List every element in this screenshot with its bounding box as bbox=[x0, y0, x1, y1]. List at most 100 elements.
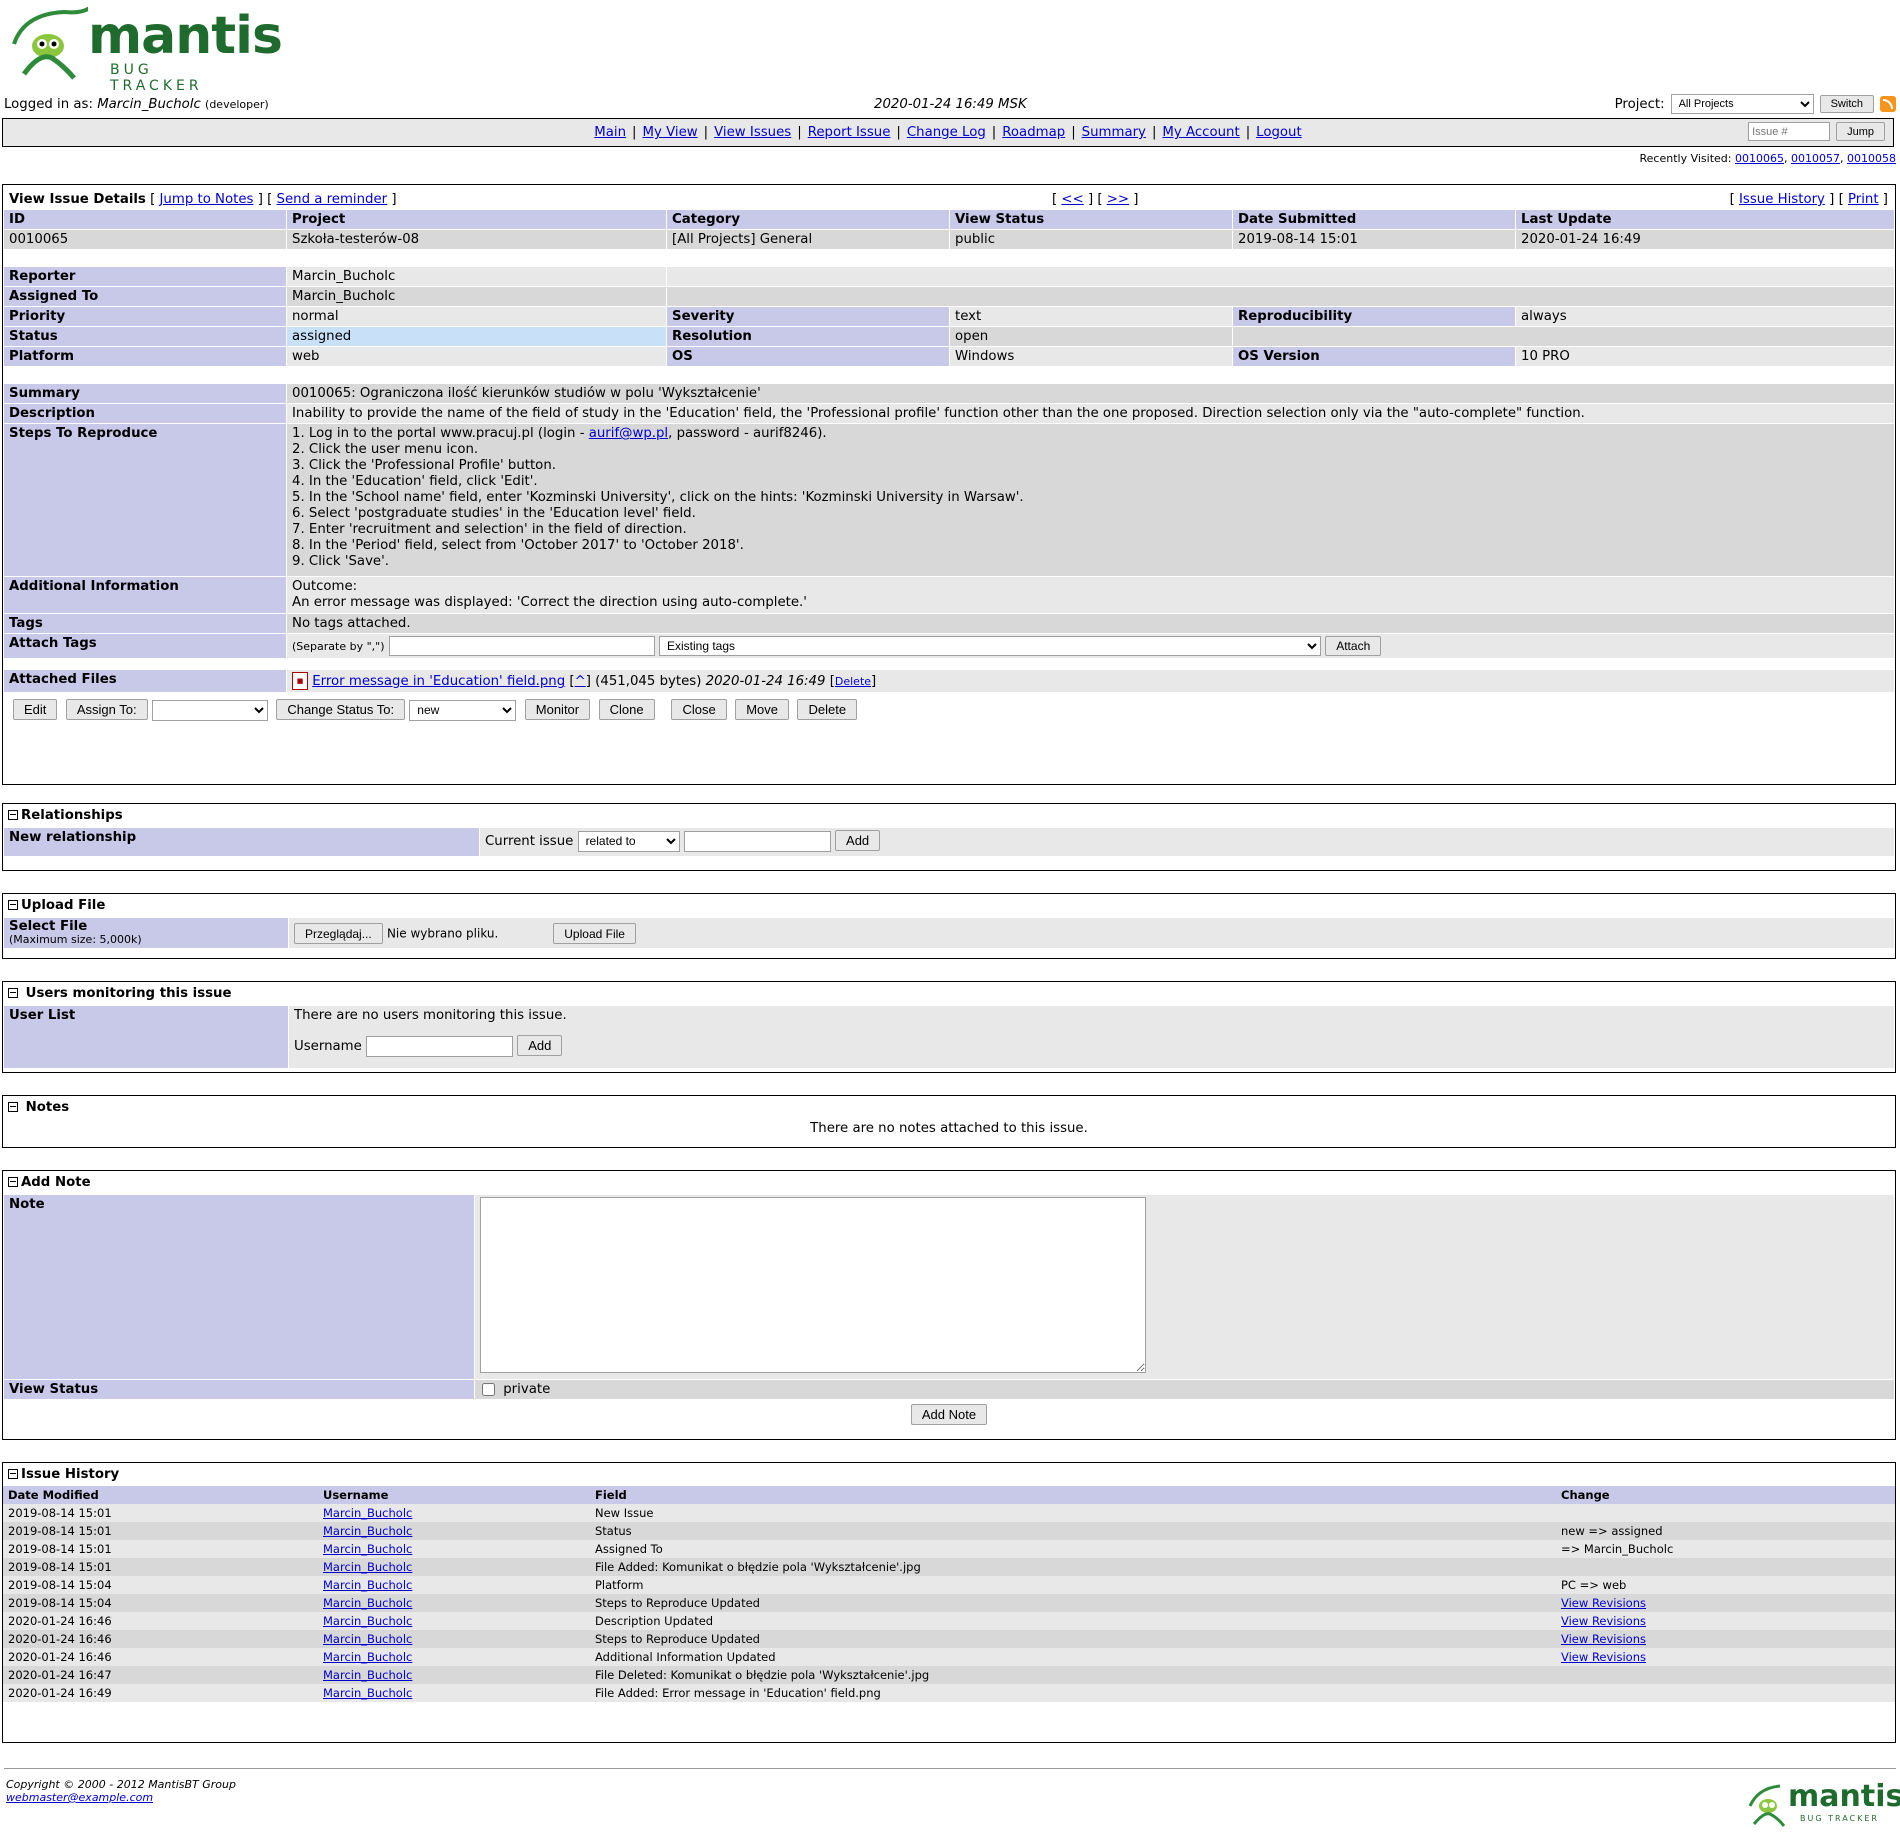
clone-button[interactable]: Clone bbox=[598, 699, 655, 720]
monitoring-header[interactable]: Users monitoring this issue bbox=[3, 982, 1895, 1005]
next-issue-link[interactable]: >> bbox=[1107, 192, 1129, 207]
view-revisions-link[interactable]: View Revisions bbox=[1561, 1650, 1646, 1664]
history-user-link[interactable]: Marcin_Bucholc bbox=[323, 1560, 412, 1574]
history-row: 2019-08-14 15:04 Marcin_Bucholc Steps to R… bbox=[3, 1594, 1895, 1612]
issue-number-input[interactable] bbox=[1748, 122, 1831, 141]
mantis-logo[interactable]: mantis BUG TRACKER bbox=[4, 4, 283, 94]
collapse-icon[interactable] bbox=[8, 988, 18, 998]
change-status-select[interactable]: new bbox=[409, 699, 517, 721]
col-category: Category bbox=[672, 212, 740, 227]
menu-link-report-issue[interactable]: Report Issue bbox=[808, 125, 891, 140]
view-revisions-link[interactable]: View Revisions bbox=[1561, 1596, 1646, 1610]
current-role: (developer) bbox=[205, 98, 269, 111]
step-line: 4. In the 'Education' field, click 'Edit… bbox=[292, 474, 538, 489]
prev-issue-link[interactable]: << bbox=[1061, 192, 1083, 207]
add-monitor-button[interactable]: Add bbox=[517, 1035, 563, 1056]
upload-file-button[interactable]: Upload File bbox=[553, 923, 636, 944]
menu-link-my-account[interactable]: My Account bbox=[1162, 125, 1239, 140]
resolution-value: open bbox=[950, 327, 1232, 346]
switch-button[interactable]: Switch bbox=[1819, 95, 1874, 113]
footer-logo[interactable]: mantis BUG TRACKER bbox=[1744, 1780, 1900, 1832]
monitor-username-input[interactable] bbox=[366, 1035, 514, 1057]
history-col-username: Username bbox=[323, 1488, 389, 1502]
edit-button[interactable]: Edit bbox=[13, 699, 58, 720]
notes-header[interactable]: Notes bbox=[3, 1096, 1895, 1119]
history-user-link[interactable]: Marcin_Bucholc bbox=[323, 1506, 412, 1520]
attached-files-label: Attached Files bbox=[4, 670, 286, 692]
menu-link-roadmap[interactable]: Roadmap bbox=[1002, 125, 1065, 140]
tag-input[interactable] bbox=[388, 636, 655, 656]
os-value: Windows bbox=[950, 347, 1232, 366]
login-email-link[interactable]: aurif@wp.pl bbox=[589, 426, 668, 441]
history-change: PC => web bbox=[1561, 1578, 1627, 1592]
add-relationship-button[interactable]: Add bbox=[835, 830, 881, 851]
relationship-type-select[interactable]: related to bbox=[577, 830, 680, 852]
collapse-icon[interactable] bbox=[8, 1102, 18, 1112]
user-list-content: There are no users monitoring this issue… bbox=[289, 1006, 1894, 1068]
project-switcher: Project: All Projects Switch bbox=[1615, 94, 1896, 114]
reproducibility-value: always bbox=[1516, 307, 1894, 326]
jump-button[interactable]: Jump bbox=[1836, 122, 1885, 141]
recent-link[interactable]: 0010058 bbox=[1847, 152, 1896, 165]
step-line: 5. In the 'School name' field, enter 'Ko… bbox=[292, 490, 1024, 505]
history-user-link[interactable]: Marcin_Bucholc bbox=[323, 1578, 412, 1592]
assign-to-select[interactable] bbox=[151, 699, 268, 721]
summary-value: 0010065: Ograniczona ilość kierunków stu… bbox=[287, 384, 1894, 403]
history-user-link[interactable]: Marcin_Bucholc bbox=[323, 1632, 412, 1646]
file-preview-toggle[interactable]: ^ bbox=[575, 674, 586, 689]
menu-link-main[interactable]: Main bbox=[594, 125, 626, 140]
menu-link-view-issues[interactable]: View Issues bbox=[714, 125, 791, 140]
reporter-value: Marcin_Bucholc bbox=[287, 267, 666, 286]
close-button[interactable]: Close bbox=[671, 699, 727, 720]
change-status-button[interactable]: Change Status To: bbox=[276, 699, 406, 720]
history-user-link[interactable]: Marcin_Bucholc bbox=[323, 1650, 412, 1664]
file-delete-link[interactable]: Delete bbox=[835, 675, 871, 688]
collapse-icon[interactable] bbox=[8, 1177, 18, 1187]
recent-link[interactable]: 0010065 bbox=[1735, 152, 1784, 165]
browse-button[interactable]: Przeglądaj... bbox=[294, 923, 383, 944]
print-link[interactable]: Print bbox=[1848, 192, 1879, 207]
rss-icon[interactable] bbox=[1880, 96, 1896, 112]
history-field: Additional Information Updated bbox=[595, 1650, 776, 1664]
attach-tag-button[interactable]: Attach bbox=[1325, 636, 1382, 656]
menu-link-my-view[interactable]: My View bbox=[643, 125, 698, 140]
history-user-link[interactable]: Marcin_Bucholc bbox=[323, 1542, 412, 1556]
history-user-link[interactable]: Marcin_Bucholc bbox=[323, 1614, 412, 1628]
menu-link-summary[interactable]: Summary bbox=[1082, 125, 1146, 140]
related-issue-input[interactable] bbox=[683, 830, 831, 852]
recent-link[interactable]: 0010057 bbox=[1791, 152, 1840, 165]
move-button[interactable]: Move bbox=[735, 699, 789, 720]
send-reminder-link[interactable]: Send a reminder bbox=[277, 192, 388, 207]
history-user-link[interactable]: Marcin_Bucholc bbox=[323, 1686, 412, 1700]
jump-to-notes-link[interactable]: Jump to Notes bbox=[160, 192, 254, 207]
menu-link-logout[interactable]: Logout bbox=[1256, 125, 1302, 140]
project-select[interactable]: All Projects bbox=[1670, 94, 1814, 114]
private-checkbox[interactable] bbox=[482, 1382, 495, 1396]
issue-history-link[interactable]: Issue History bbox=[1739, 192, 1825, 207]
view-revisions-link[interactable]: View Revisions bbox=[1561, 1632, 1646, 1646]
history-user-link[interactable]: Marcin_Bucholc bbox=[323, 1524, 412, 1538]
new-relationship-label: New relationship bbox=[4, 828, 479, 856]
existing-tags-select[interactable]: Existing tags bbox=[658, 636, 1321, 656]
history-user-link[interactable]: Marcin_Bucholc bbox=[323, 1668, 412, 1682]
menu-link-change-log[interactable]: Change Log bbox=[907, 125, 986, 140]
platform-value: web bbox=[287, 347, 666, 366]
upload-file-header[interactable]: Upload File bbox=[3, 894, 1895, 917]
tags-value: No tags attached. bbox=[287, 614, 1894, 633]
add-note-title: Add Note bbox=[21, 1175, 91, 1190]
note-textarea[interactable] bbox=[480, 1197, 1146, 1373]
add-note-button[interactable]: Add Note bbox=[910, 1404, 988, 1425]
webmaster-email-link[interactable]: webmaster@example.com bbox=[6, 1791, 153, 1804]
collapse-icon[interactable] bbox=[8, 900, 18, 910]
add-note-header[interactable]: Add Note bbox=[3, 1171, 1895, 1194]
history-user-link[interactable]: Marcin_Bucholc bbox=[323, 1596, 412, 1610]
attached-file-link[interactable]: Error message in 'Education' field.png bbox=[312, 674, 565, 689]
issue-history-header[interactable]: Issue History bbox=[3, 1463, 1895, 1486]
monitor-button[interactable]: Monitor bbox=[524, 699, 591, 720]
relationships-header[interactable]: Relationships bbox=[3, 804, 1895, 827]
view-revisions-link[interactable]: View Revisions bbox=[1561, 1614, 1646, 1628]
collapse-icon[interactable] bbox=[8, 810, 18, 820]
collapse-icon[interactable] bbox=[8, 1469, 18, 1479]
delete-button[interactable]: Delete bbox=[797, 699, 858, 720]
assign-to-button[interactable]: Assign To: bbox=[65, 699, 148, 720]
